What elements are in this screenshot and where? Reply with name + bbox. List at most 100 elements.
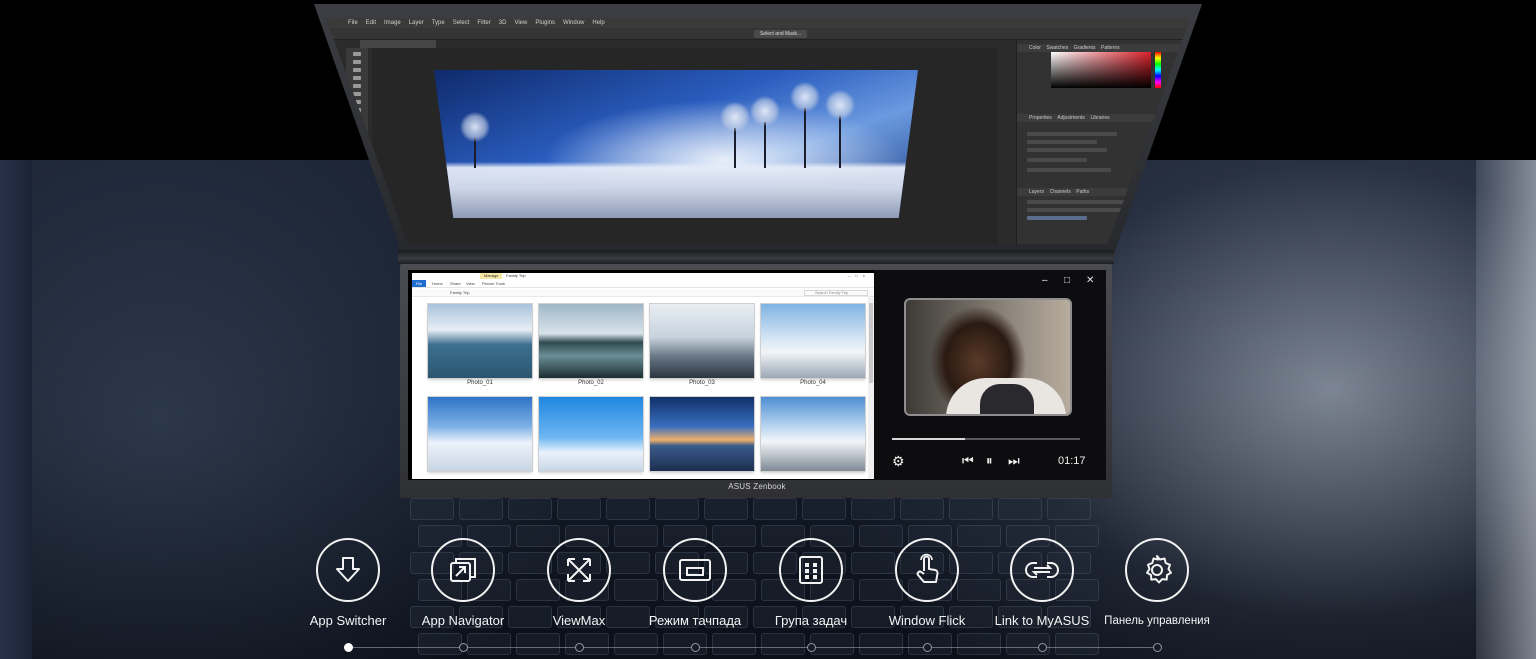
app-navigator-icon <box>431 538 495 602</box>
close-icon[interactable]: ✕ <box>1086 274 1094 288</box>
photo-thumbnail-05[interactable] <box>428 397 532 471</box>
menu-item-file[interactable]: File <box>348 18 358 28</box>
progress-bar[interactable] <box>892 438 1080 440</box>
photo-thumbnail-03[interactable] <box>650 304 754 378</box>
photo-thumbnail-02[interactable] <box>539 304 643 378</box>
gear-icon <box>1125 538 1189 602</box>
feature-touchpad-mode[interactable]: Режим тачпада <box>635 538 755 629</box>
breadcrumb[interactable]: Family Trip <box>450 289 470 297</box>
touchpad-icon <box>663 538 727 602</box>
keyboard-key <box>704 498 748 520</box>
feature-app-switcher[interactable]: App Switcher <box>288 538 408 629</box>
keyboard-key <box>467 633 511 655</box>
menu-item-window[interactable]: Window <box>563 18 584 28</box>
photo-label-03: Photo_03 <box>689 380 715 386</box>
photo-thumbnail-08[interactable] <box>761 397 865 471</box>
search-input[interactable]: Search Family Trip <box>804 290 868 296</box>
keyboard-key <box>802 498 846 520</box>
timeline-dot[interactable] <box>690 643 700 652</box>
menu-item-edit[interactable]: Edit <box>366 18 376 28</box>
hand-tap-icon <box>895 538 959 602</box>
photo-thumbnail-01[interactable] <box>428 304 532 378</box>
ribbon-tab-view[interactable]: View <box>466 280 475 287</box>
feature-label: App Navigator <box>421 613 505 628</box>
brand-label: ASUS Zenbook <box>728 482 786 491</box>
playback-time: 01:17 <box>1058 455 1086 467</box>
photo-thumbnail-07[interactable] <box>650 397 754 471</box>
pause-icon[interactable]: ⏸ <box>986 452 993 470</box>
menu-item-plugins[interactable]: Plugins <box>535 18 555 28</box>
explorer-address-bar[interactable]: Family Trip Search Family Trip <box>412 289 874 297</box>
ribbon-tab-share[interactable]: Share <box>450 280 461 287</box>
feature-label: Група задач <box>774 613 848 628</box>
menu-item-view[interactable]: View <box>514 18 527 28</box>
hue-slider[interactable] <box>1155 52 1161 88</box>
menu-item-filter[interactable]: Filter <box>477 18 490 28</box>
minimize-icon[interactable]: – <box>1042 274 1048 288</box>
feature-link-to-myasus[interactable]: Link to MyASUS <box>982 538 1102 629</box>
next-track-icon[interactable]: ⏭ <box>1008 452 1020 470</box>
keyboard-key <box>998 498 1042 520</box>
menu-item-select[interactable]: Select <box>453 18 470 28</box>
timeline-dot[interactable] <box>343 643 353 652</box>
expand-arrows-icon <box>547 538 611 602</box>
settings-gear-icon[interactable]: ⚙ <box>892 452 905 470</box>
feature-label: Панель управления <box>1104 615 1210 627</box>
manage-tab[interactable]: Manage <box>480 273 503 279</box>
color-panel-header[interactable]: Color Swatches Gradients Patterns <box>1017 44 1190 52</box>
feature-label: Режим тачпада <box>648 613 742 628</box>
timeline-dot[interactable] <box>922 643 932 652</box>
keyboard-key <box>410 498 454 520</box>
ribbon-tab-home[interactable]: Home <box>432 280 443 287</box>
menu-item-3d[interactable]: 3D <box>499 18 507 28</box>
download-arrow-icon <box>316 538 380 602</box>
keyboard-key <box>1055 633 1099 655</box>
winter-landscape-image <box>434 70 918 218</box>
feature-control-panel[interactable]: Панель управления <box>1097 538 1217 629</box>
menu-item-type[interactable]: Type <box>432 18 445 28</box>
feature-viewmax[interactable]: ViewMax <box>519 538 639 629</box>
photo-label-04: Photo_04 <box>800 380 826 386</box>
timeline-dot[interactable] <box>1152 643 1162 652</box>
keyboard-key <box>753 498 797 520</box>
photoshop-options-bar: Select and Mask... <box>326 28 1190 40</box>
photo-label-01: Photo_01 <box>467 380 493 386</box>
video-frame[interactable] <box>904 298 1072 416</box>
keyboard-key <box>851 498 895 520</box>
maximize-icon[interactable]: □ <box>1064 274 1070 288</box>
keyboard-key <box>459 498 503 520</box>
keyboard-key <box>949 498 993 520</box>
explorer-title: Family Trip <box>506 273 526 278</box>
link-icon <box>1010 538 1074 602</box>
timeline-dot[interactable] <box>574 643 584 652</box>
photo-thumbnail-06[interactable] <box>539 397 643 471</box>
feature-task-group[interactable]: Група задач <box>751 538 871 629</box>
keyboard-key <box>565 633 609 655</box>
color-picker[interactable] <box>1051 52 1151 88</box>
keyboard-key <box>557 498 601 520</box>
menu-item-image[interactable]: Image <box>384 18 401 28</box>
media-player: – □ ✕ ⚙ ⏮ ⏸ ⏭ 01:17 <box>874 270 1106 480</box>
timeline-dot[interactable] <box>458 643 468 652</box>
document-tab[interactable] <box>360 40 436 48</box>
file-explorer-window: Manage Family Trip –□× File Home Share V… <box>412 273 874 479</box>
ribbon-tab-picture-tools[interactable]: Picture Tools <box>482 280 505 287</box>
feature-label: Window Flick <box>888 613 966 628</box>
photo-thumbnail-04[interactable] <box>761 304 865 378</box>
feature-window-flick[interactable]: Window Flick <box>867 538 987 629</box>
main-display: File Edit Image Layer Type Select Filter… <box>326 18 1190 244</box>
ribbon-file-tab[interactable]: File <box>412 280 426 287</box>
menu-item-layer[interactable]: Layer <box>409 18 424 28</box>
keyboard-key <box>614 633 658 655</box>
select-and-mask-button[interactable]: Select and Mask... <box>754 30 808 38</box>
keyboard-key <box>810 633 854 655</box>
window-controls[interactable]: –□× <box>848 273 870 279</box>
previous-track-icon[interactable]: ⏮ <box>962 452 974 470</box>
timeline-dot[interactable] <box>1037 643 1047 652</box>
feature-app-navigator[interactable]: App Navigator <box>403 538 523 629</box>
keyboard-key <box>1047 498 1091 520</box>
keyboard-key <box>859 633 903 655</box>
timeline-dot[interactable] <box>806 643 816 652</box>
menu-item-help[interactable]: Help <box>592 18 604 28</box>
screenpad-display: Manage Family Trip –□× File Home Share V… <box>408 270 1106 480</box>
